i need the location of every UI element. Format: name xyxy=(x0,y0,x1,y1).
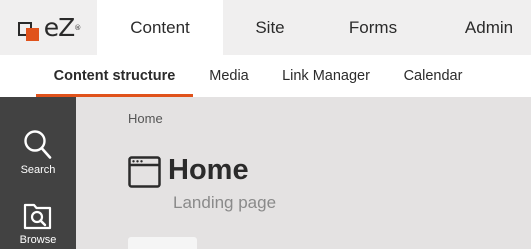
rail-item-search-label: Search xyxy=(20,164,56,176)
left-sidebar-rail: Search Browse xyxy=(0,97,76,249)
logo-trademark: ® xyxy=(74,23,82,32)
landing-page-icon xyxy=(128,156,161,188)
top-navigation-bar: eZ ® Content Site Forms Admin xyxy=(0,0,531,55)
tab-forms-label: Forms xyxy=(348,17,398,37)
tab-content-label: Content xyxy=(130,17,190,37)
ez-logo[interactable]: eZ ® xyxy=(0,0,97,55)
subtab-calendar-label: Calendar xyxy=(403,68,463,84)
subtab-link-manager[interactable]: Link Manager xyxy=(270,55,382,97)
tab-admin[interactable]: Admin xyxy=(429,0,531,55)
tab-site-label: Site xyxy=(255,17,285,37)
subtab-link-manager-label: Link Manager xyxy=(282,68,370,84)
subtab-media[interactable]: Media xyxy=(196,55,262,97)
page-title: Home xyxy=(168,154,249,186)
rail-item-browse[interactable]: Browse xyxy=(0,201,76,246)
logo-text: eZ xyxy=(43,13,76,42)
breadcrumb-home[interactable]: Home xyxy=(128,111,163,126)
tab-forms[interactable]: Forms xyxy=(317,0,429,55)
breadcrumb: Home xyxy=(128,111,163,126)
subtab-calendar[interactable]: Calendar xyxy=(390,55,476,97)
rail-item-browse-label: Browse xyxy=(19,234,57,246)
ez-logo-mark-icon xyxy=(16,16,42,41)
subtab-content-structure-label: Content structure xyxy=(53,68,176,84)
subtab-media-label: Media xyxy=(209,68,249,84)
sub-navigation: Content structure Media Link Manager Cal… xyxy=(0,55,531,97)
tab-admin-label: Admin xyxy=(464,17,514,37)
rail-item-search[interactable]: Search xyxy=(0,129,76,176)
search-icon xyxy=(24,130,52,159)
page-subtitle: Landing page xyxy=(173,193,277,212)
tab-content[interactable]: Content xyxy=(97,0,223,55)
tab-site[interactable]: Site xyxy=(223,0,317,55)
subtab-content-structure[interactable]: Content structure xyxy=(36,55,193,97)
browse-icon xyxy=(23,203,52,230)
content-panel-tab[interactable] xyxy=(128,237,197,249)
